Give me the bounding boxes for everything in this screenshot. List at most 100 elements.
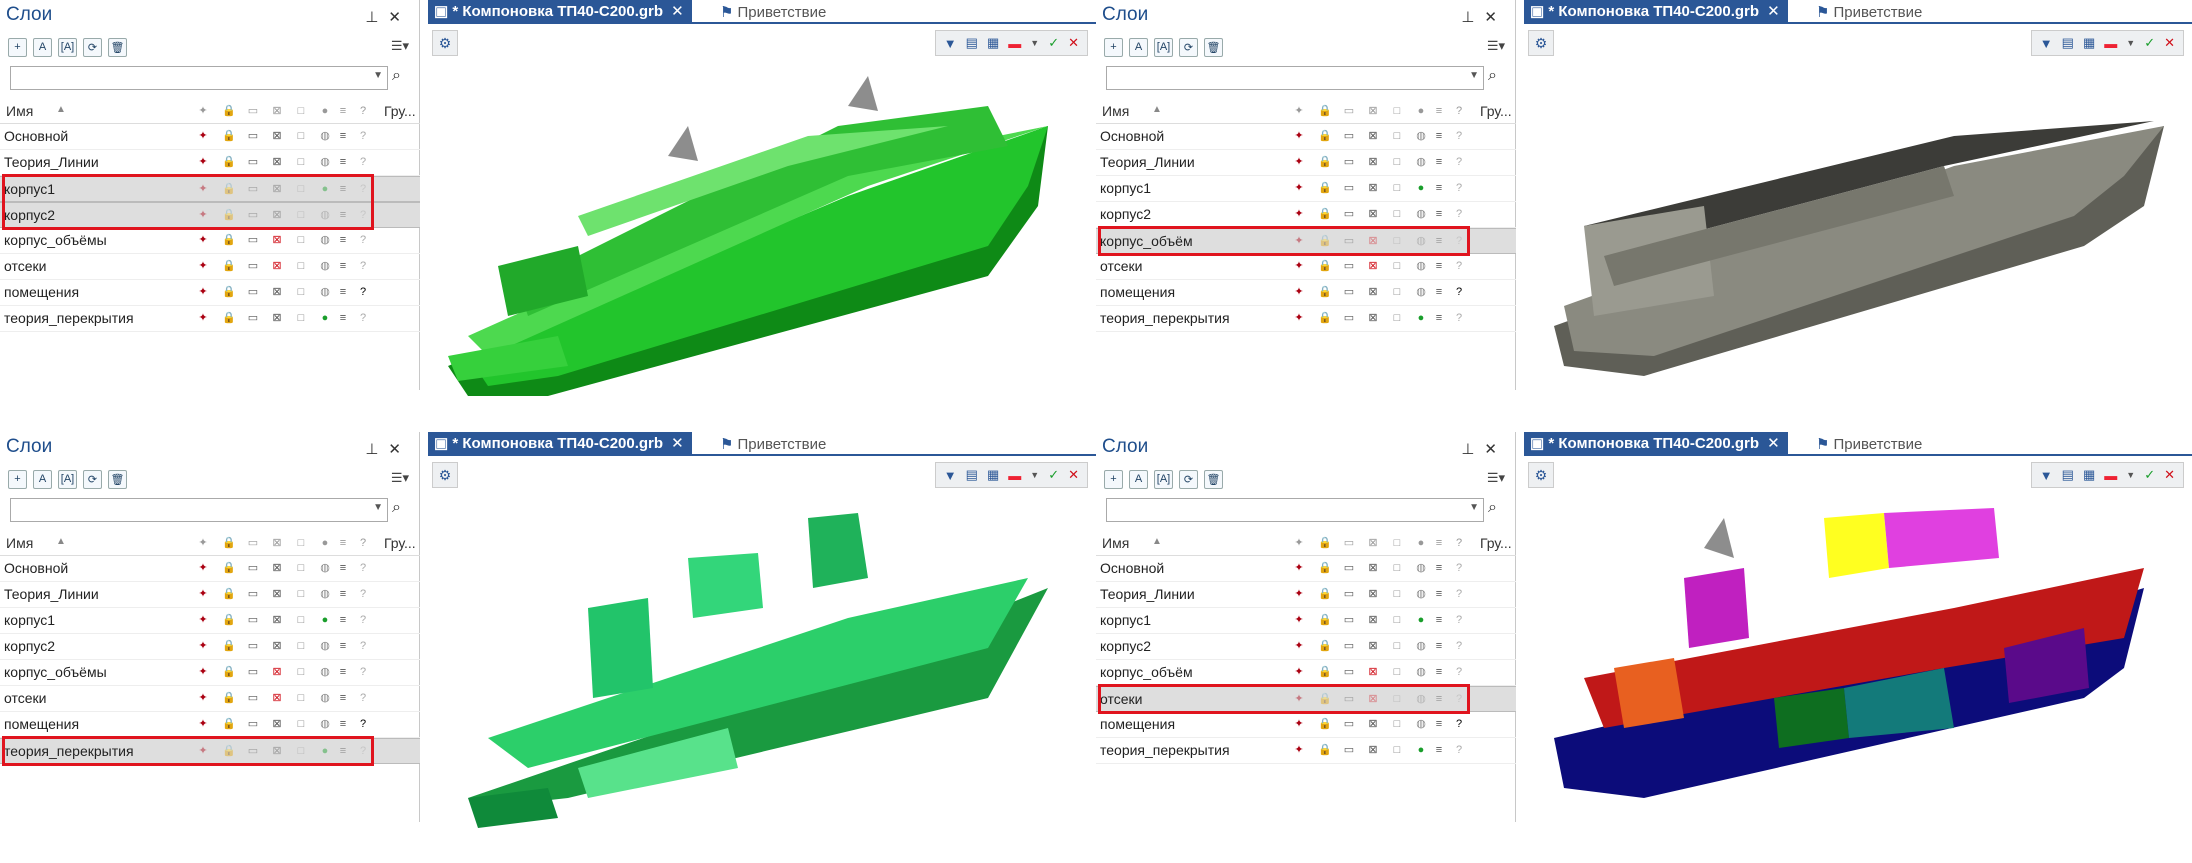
help-icon[interactable]: ? xyxy=(1452,181,1466,195)
linetype-icon[interactable]: ≡ xyxy=(1432,692,1446,706)
layer-row[interactable]: корпус1 ✦ 🔒 ▭ ⊠ □ ● ≡? xyxy=(0,608,420,634)
header-filter-icon[interactable]: ⊠ xyxy=(1366,104,1380,118)
3d-viewport[interactable]: ⚙ ▼ ▤ ▦ ▬ ▼ ✓ ✕ xyxy=(428,458,1096,863)
lock-icon[interactable]: 🔒 xyxy=(1318,665,1332,679)
dropdown-icon[interactable]: ▼ xyxy=(1030,38,1039,48)
chevron-down-icon[interactable]: ▼ xyxy=(1469,502,1479,513)
filter-icon[interactable]: ⊠ xyxy=(1366,639,1380,653)
color-icon[interactable]: ◍ xyxy=(318,155,332,169)
visibility-icon[interactable]: ✦ xyxy=(196,587,210,601)
linetype-icon[interactable]: ≡ xyxy=(336,129,350,143)
column-name[interactable]: Имя xyxy=(1102,103,1129,119)
help-icon[interactable]: ? xyxy=(356,233,370,247)
header-lock-icon[interactable]: 🔒 xyxy=(222,536,236,550)
view-mode-icon[interactable]: ⚙ xyxy=(432,462,458,488)
header-checkbox-icon[interactable]: □ xyxy=(294,104,308,118)
tab-document[interactable]: ▣ * Компоновка ТП40-С200.grb ✕ xyxy=(428,432,692,456)
filter-icon[interactable]: ⊠ xyxy=(270,259,284,273)
layer-row[interactable]: корпус_объёмы ✦ 🔒 ▭ ⊠ □ ◍ ≡? xyxy=(0,228,420,254)
visibility-icon[interactable]: ✦ xyxy=(1292,587,1306,601)
column-name[interactable]: Имя xyxy=(6,535,33,551)
lock-icon[interactable]: 🔒 xyxy=(222,587,236,601)
delete-icon[interactable]: 🗑 xyxy=(1204,37,1223,57)
bracket-a-icon[interactable]: [A] xyxy=(58,469,77,489)
filter-icon[interactable]: ⊠ xyxy=(270,182,284,196)
print-icon[interactable]: ▭ xyxy=(1342,234,1356,248)
visibility-icon[interactable]: ✦ xyxy=(1292,665,1306,679)
list-menu-icon[interactable]: ☰▾ xyxy=(1487,38,1505,54)
print-icon[interactable]: ▭ xyxy=(246,744,260,758)
visibility-icon[interactable]: ✦ xyxy=(1292,181,1306,195)
linetype-icon[interactable]: ≡ xyxy=(1432,561,1446,575)
filter-icon[interactable]: ⊠ xyxy=(1366,587,1380,601)
pin-icon[interactable]: ⊥ xyxy=(1461,9,1484,26)
checkbox-icon[interactable]: □ xyxy=(294,665,308,679)
print-icon[interactable]: ▭ xyxy=(246,259,260,273)
lock-icon[interactable]: 🔒 xyxy=(1318,311,1332,325)
checkbox-icon[interactable]: □ xyxy=(294,639,308,653)
lock-icon[interactable]: 🔒 xyxy=(222,691,236,705)
lock-icon[interactable]: 🔒 xyxy=(222,285,236,299)
layer-row[interactable]: Теория_Линии ✦ 🔒 ▭ ⊠ □ ◍ ≡? xyxy=(0,582,420,608)
color-icon[interactable]: ◍ xyxy=(318,665,332,679)
checkbox-icon[interactable]: □ xyxy=(1390,743,1404,757)
layer-row[interactable]: корпус_объём ✦ 🔒 ▭ ⊠ □ ◍ ≡? xyxy=(1096,228,1516,254)
lock-icon[interactable]: 🔒 xyxy=(1318,717,1332,731)
checkbox-icon[interactable]: □ xyxy=(294,561,308,575)
filter-icon[interactable]: ⊠ xyxy=(270,639,284,653)
print-icon[interactable]: ▭ xyxy=(1342,259,1356,273)
visibility-icon[interactable]: ✦ xyxy=(196,259,210,273)
header-linetype-icon[interactable]: ≡ xyxy=(336,536,350,550)
color-icon[interactable]: ◍ xyxy=(1414,561,1428,575)
save-view-icon[interactable]: ▤ xyxy=(2062,467,2074,483)
visibility-icon[interactable]: ✦ xyxy=(1292,561,1306,575)
layer-row[interactable]: отсеки ✦ 🔒 ▭ ⊠ □ ◍ ≡? xyxy=(1096,254,1516,280)
checkbox-icon[interactable]: □ xyxy=(294,691,308,705)
visibility-icon[interactable]: ✦ xyxy=(196,155,210,169)
header-help-icon[interactable]: ? xyxy=(356,104,370,118)
header-lock-icon[interactable]: 🔒 xyxy=(1318,104,1332,118)
filter-icon[interactable]: ⊠ xyxy=(270,587,284,601)
color-icon[interactable]: ◍ xyxy=(1414,234,1428,248)
header-linetype-icon[interactable]: ≡ xyxy=(1432,536,1446,550)
check-icon[interactable]: ✓ xyxy=(2144,35,2155,51)
bracket-a-icon[interactable]: [A] xyxy=(1154,37,1173,57)
color-icon[interactable]: ◍ xyxy=(318,561,332,575)
checkbox-icon[interactable]: □ xyxy=(294,587,308,601)
linetype-icon[interactable]: ≡ xyxy=(336,639,350,653)
linetype-icon[interactable]: ≡ xyxy=(1432,587,1446,601)
print-icon[interactable]: ▭ xyxy=(1342,285,1356,299)
color-rect-icon[interactable]: ▬ xyxy=(1008,468,1021,483)
lock-icon[interactable]: 🔒 xyxy=(222,208,236,222)
layer-row[interactable]: Теория_Линии ✦ 🔒 ▭ ⊠ □ ◍ ≡? xyxy=(0,150,420,176)
layer-row[interactable]: теория_перекрытия ✦ 🔒 ▭ ⊠ □ ● ≡? xyxy=(1096,738,1516,764)
filter-icon[interactable]: ⊠ xyxy=(1366,692,1380,706)
tab-document[interactable]: ▣ * Компоновка ТП40-С200.grb ✕ xyxy=(1524,432,1788,456)
rename-icon[interactable]: A xyxy=(33,37,52,57)
print-icon[interactable]: ▭ xyxy=(246,129,260,143)
filter-icon[interactable]: ⊠ xyxy=(270,311,284,325)
color-icon[interactable]: ◍ xyxy=(1414,639,1428,653)
checkbox-icon[interactable]: □ xyxy=(294,208,308,222)
checkbox-icon[interactable]: □ xyxy=(1390,207,1404,221)
help-icon[interactable]: ? xyxy=(1452,259,1466,273)
color-icon[interactable]: ◍ xyxy=(318,639,332,653)
filter-icon[interactable]: ⊠ xyxy=(270,208,284,222)
header-lock-icon[interactable]: 🔒 xyxy=(222,104,236,118)
header-linetype-icon[interactable]: ≡ xyxy=(1432,104,1446,118)
linetype-icon[interactable]: ≡ xyxy=(1432,129,1446,143)
close-icon[interactable]: ✕ xyxy=(388,441,411,458)
layer-row[interactable]: корпус1 ✦ 🔒 ▭ ⊠ □ ● ≡? xyxy=(1096,608,1516,634)
linetype-icon[interactable]: ≡ xyxy=(1432,234,1446,248)
help-icon[interactable]: ? xyxy=(1452,285,1466,299)
lock-icon[interactable]: 🔒 xyxy=(222,311,236,325)
tab-close-icon[interactable]: ✕ xyxy=(671,3,684,20)
linetype-icon[interactable]: ≡ xyxy=(336,744,350,758)
print-icon[interactable]: ▭ xyxy=(246,182,260,196)
color-rect-icon[interactable]: ▬ xyxy=(2104,36,2117,51)
linetype-icon[interactable]: ≡ xyxy=(336,259,350,273)
delete-icon[interactable]: 🗑 xyxy=(108,469,127,489)
visibility-icon[interactable]: ✦ xyxy=(1292,743,1306,757)
layer-row[interactable]: теория_перекрытия ✦ 🔒 ▭ ⊠ □ ● ≡? xyxy=(1096,306,1516,332)
color-icon[interactable]: ● xyxy=(318,744,332,758)
